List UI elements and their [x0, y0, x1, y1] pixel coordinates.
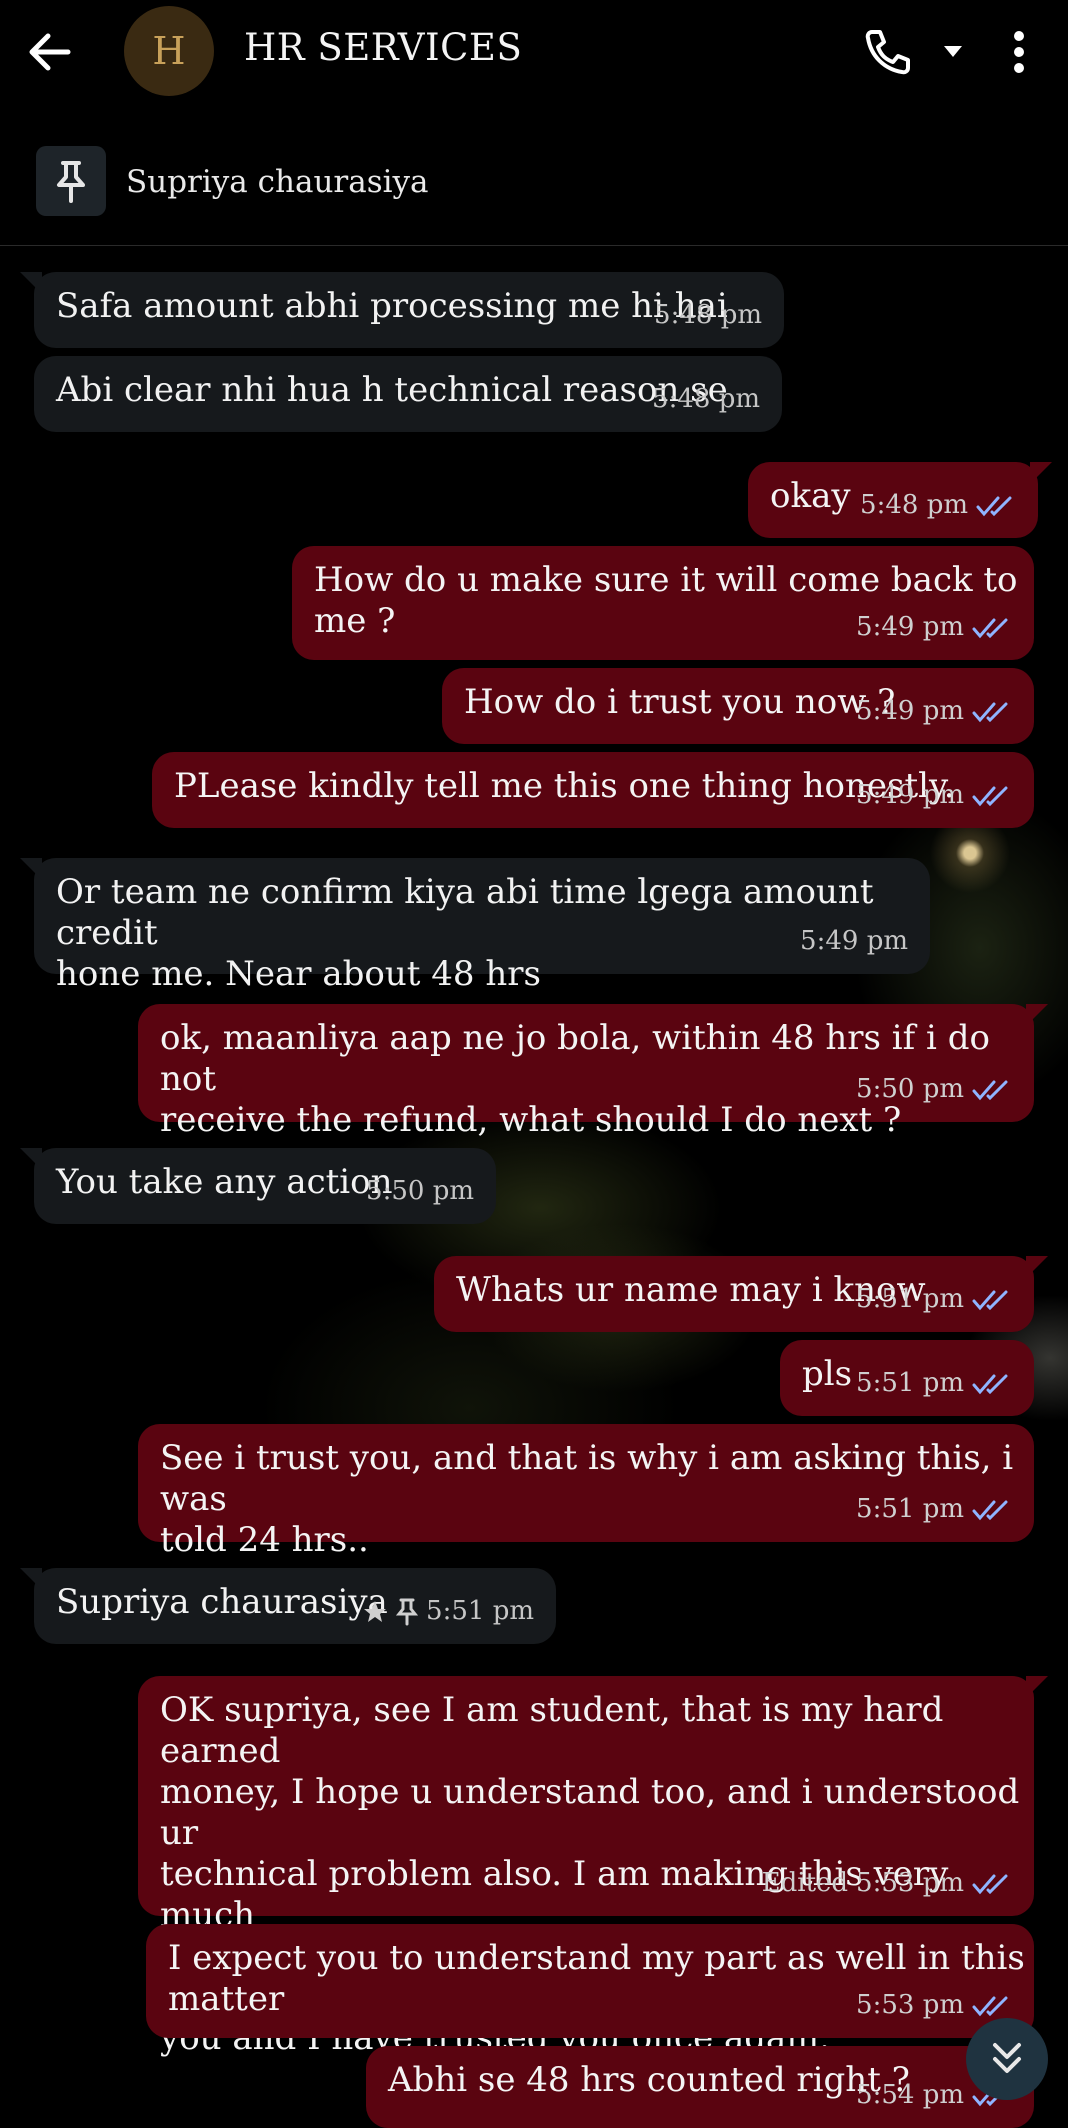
message-time: 5:53 pm	[856, 1990, 964, 2020]
message-text: pls	[802, 1354, 853, 1394]
outgoing-message[interactable]: Whats ur name may i know 5:51 pm	[434, 1256, 1048, 1332]
read-receipt-ticks-icon	[972, 1874, 1008, 1894]
message-text: okay	[770, 476, 851, 516]
pin-icon	[36, 146, 106, 216]
message-time: 5:51 pm	[856, 1494, 964, 1524]
outgoing-message[interactable]: OK supriya, see I am student, that is my…	[138, 1676, 1048, 2058]
message-time: 5:51 pm	[426, 1596, 534, 1626]
incoming-message[interactable]: Abi clear nhi hua h technical reason se …	[34, 356, 782, 432]
message-time: 5:53 pm	[856, 1868, 964, 1898]
outgoing-message[interactable]: Abhi se 48 hrs counted right ? 5:54 pm	[366, 2046, 1034, 2128]
phone-call-icon[interactable]	[862, 26, 914, 78]
outgoing-message[interactable]: okay 5:48 pm	[748, 462, 1052, 538]
message-time: 5:48 pm	[860, 490, 968, 520]
message-time: 5:54 pm	[856, 2080, 964, 2110]
message-time: 5:51 pm	[856, 1368, 964, 1398]
chat-title[interactable]: HR SERVICES	[244, 26, 522, 69]
message-text: You take any action	[56, 1162, 393, 1202]
message-time: 5:50 pm	[856, 1074, 964, 1104]
back-arrow-icon[interactable]	[26, 28, 74, 76]
message-time: 5:49 pm	[856, 780, 964, 810]
message-text: PLease kindly tell me this one thing hon…	[174, 766, 955, 806]
chat-header: H HR SERVICES	[0, 0, 1068, 104]
outgoing-message[interactable]: I expect you to understand my part as we…	[146, 1924, 1034, 2038]
star-icon	[364, 1600, 387, 1622]
read-receipt-ticks-icon	[972, 1996, 1008, 2016]
read-receipt-ticks-icon	[972, 702, 1008, 722]
outgoing-message[interactable]: ok, maanliya aap ne jo bola, within 48 h…	[138, 1004, 1048, 1140]
edited-label: Edited	[761, 1868, 849, 1898]
message-time: 5:48 pm	[652, 384, 760, 414]
outgoing-message[interactable]: How do i trust you now ? 5:49 pm	[442, 668, 1034, 744]
pin-icon	[396, 1598, 419, 1625]
read-receipt-ticks-icon	[972, 1080, 1008, 1100]
incoming-message[interactable]: Or team ne confirm kiya abi time lgega a…	[20, 858, 930, 994]
read-receipt-ticks-icon	[972, 1290, 1008, 1310]
message-text: Or team ne confirm kiya abi time lgega a…	[56, 872, 874, 994]
more-options-icon[interactable]	[1006, 26, 1032, 78]
message-time: 5:49 pm	[800, 926, 908, 956]
incoming-message[interactable]: Supriya chaurasiya 5:51 pm	[20, 1568, 556, 1644]
scroll-to-bottom-button[interactable]	[966, 2018, 1048, 2100]
read-receipt-ticks-icon	[972, 1500, 1008, 1520]
outgoing-message[interactable]: pls 5:51 pm	[780, 1340, 1034, 1416]
message-text: Abhi se 48 hrs counted right ?	[388, 2060, 910, 2100]
read-receipt-ticks-icon	[972, 1374, 1008, 1394]
message-time: 5:49 pm	[856, 612, 964, 642]
incoming-message[interactable]: Safa amount abhi processing me hi hai 5:…	[20, 272, 784, 348]
read-receipt-ticks-icon	[972, 786, 1008, 806]
message-text: Safa amount abhi processing me hi hai	[56, 286, 728, 326]
read-receipt-ticks-icon	[976, 496, 1012, 516]
pinned-message-bar[interactable]: Supriya chaurasiya	[0, 130, 1068, 246]
contact-avatar[interactable]: H	[124, 6, 214, 96]
message-time: 5:48 pm	[654, 300, 762, 330]
call-options-chevron-down-icon[interactable]	[936, 36, 970, 66]
message-text: Abi clear nhi hua h technical reason se	[56, 370, 728, 410]
message-time: 5:49 pm	[856, 696, 964, 726]
message-time: 5:50 pm	[366, 1176, 474, 1206]
message-time: 5:51 pm	[856, 1284, 964, 1314]
pinned-message-text: Supriya chaurasiya	[126, 164, 429, 200]
outgoing-message[interactable]: How do u make sure it will come back to …	[292, 546, 1034, 660]
message-text: Supriya chaurasiya	[56, 1582, 388, 1622]
message-text: How do i trust you now ?	[464, 682, 896, 722]
incoming-message[interactable]: You take any action 5:50 pm	[20, 1148, 496, 1224]
read-receipt-ticks-icon	[972, 618, 1008, 638]
double-chevron-down-icon	[993, 2043, 1021, 2073]
outgoing-message[interactable]: PLease kindly tell me this one thing hon…	[152, 752, 1034, 828]
outgoing-message[interactable]: See i trust you, and that is why i am as…	[138, 1424, 1034, 1560]
